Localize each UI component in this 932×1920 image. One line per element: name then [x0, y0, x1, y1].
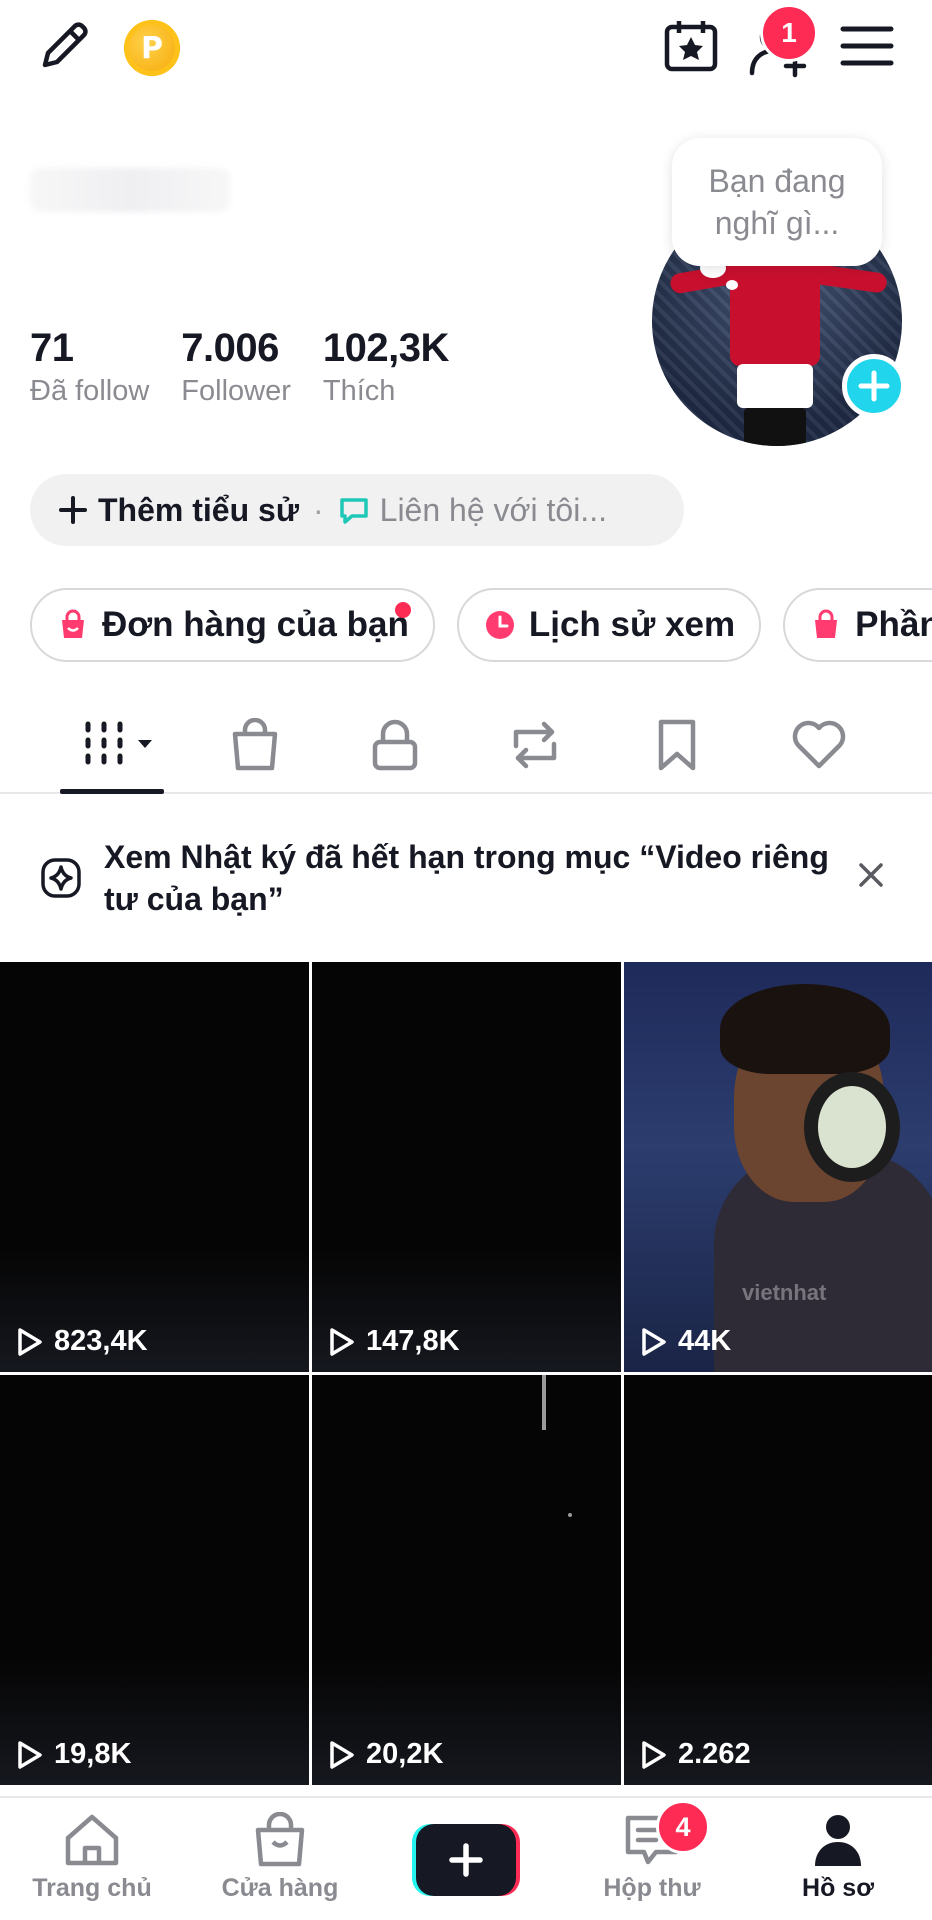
view-count: 20,2K: [328, 1738, 443, 1771]
play-icon: [330, 1740, 354, 1769]
contact-button[interactable]: Liên hệ với tôi...: [338, 492, 607, 529]
create-button[interactable]: [412, 1824, 520, 1896]
bio-pill[interactable]: Thêm tiểu sử · Liên hệ với tôi...: [30, 474, 684, 546]
video-thumbnail[interactable]: 19,8K: [0, 1375, 309, 1785]
tab-reposts[interactable]: [500, 714, 570, 776]
video-thumbnail[interactable]: 2.262: [624, 1375, 932, 1785]
shopping-bag-icon: [815, 609, 838, 638]
shopping-bag-icon: [255, 1812, 305, 1867]
play-icon: [330, 1327, 354, 1356]
calendar-star-icon[interactable]: [660, 14, 722, 78]
view-count: 44K: [640, 1325, 731, 1358]
chip-label: Phần: [855, 605, 932, 644]
notification-badge: 1: [760, 4, 818, 62]
video-grid: 823,4K 147,8K vietnhat 44K 19,8K 20,2K 2…: [0, 962, 932, 1785]
tab-private[interactable]: [360, 714, 430, 776]
nav-profile-label: Hồ sơ: [802, 1874, 874, 1902]
chip-more[interactable]: Phần: [783, 588, 932, 662]
chip-label: Đơn hàng của bạn: [102, 605, 409, 644]
bookmark-icon: [658, 719, 696, 771]
shortcut-chips: Đơn hàng của bạn Lịch sử xem Phần: [30, 588, 932, 662]
watermark-text: vietnhat: [742, 1280, 827, 1305]
home-icon: [65, 1814, 119, 1866]
lock-icon: [372, 719, 418, 771]
separator: ·: [312, 491, 324, 528]
nav-shop[interactable]: Cửa hàng: [200, 1812, 360, 1903]
clock-icon: [485, 611, 514, 639]
grid-icon: [85, 721, 152, 765]
following-label: Đã follow: [30, 375, 150, 407]
pencil-icon[interactable]: [34, 14, 96, 76]
video-thumbnail[interactable]: vietnhat 44K: [624, 962, 932, 1372]
tab-shop[interactable]: [220, 714, 290, 776]
nav-shop-label: Cửa hàng: [221, 1874, 339, 1902]
chip-watch-history[interactable]: Lịch sử xem: [456, 588, 762, 662]
contact-label: Liên hệ với tôi...: [379, 491, 607, 528]
following-count: 71: [30, 326, 74, 370]
thought-bubble[interactable]: Bạn đang nghĩ gì...: [672, 138, 882, 266]
bottom-nav: Trang chủ Cửa hàng Hộp thư 4 Hồ sơ: [0, 1796, 932, 1920]
likes-label: Thích: [322, 375, 396, 407]
nav-home[interactable]: Trang chủ: [12, 1812, 172, 1903]
plus-icon: [59, 496, 87, 524]
video-thumbnail[interactable]: 20,2K: [312, 1375, 621, 1785]
profile-stats: 71 Đã follow 7.006 Follower 102,3K Thích: [30, 326, 449, 408]
expired-diary-notice[interactable]: Xem Nhật ký đã hết hạn trong mục “Video …: [0, 796, 932, 960]
plus-icon: [449, 1843, 483, 1877]
likes-count: 102,3K: [322, 326, 449, 370]
play-icon: [642, 1740, 666, 1769]
shopping-bag-icon: [62, 609, 84, 638]
inbox-badge: 4: [656, 1800, 710, 1854]
shopping-bag-icon: [232, 718, 278, 771]
nav-home-label: Trang chủ: [32, 1874, 152, 1902]
play-icon: [18, 1740, 42, 1769]
heart-icon: [792, 720, 846, 769]
top-bar: P 1: [0, 0, 932, 100]
add-story-button[interactable]: [842, 354, 906, 418]
video-thumbnail[interactable]: 823,4K: [0, 962, 309, 1372]
add-bio-label: Thêm tiểu sử: [98, 491, 299, 528]
profile-tabs: [0, 700, 932, 794]
active-tab-indicator: [60, 789, 164, 794]
chip-orders[interactable]: Đơn hàng của bạn: [30, 588, 435, 662]
chip-label: Lịch sử xem: [528, 605, 736, 644]
repost-icon: [513, 721, 557, 769]
view-count: 19,8K: [16, 1738, 131, 1771]
hamburger-icon[interactable]: [838, 20, 896, 72]
nav-profile[interactable]: Hồ sơ: [758, 1812, 918, 1903]
stat-likes[interactable]: 102,3K Thích: [323, 326, 449, 408]
points-coin-icon[interactable]: P: [124, 20, 180, 76]
view-count: 147,8K: [328, 1325, 460, 1358]
view-count: 823,4K: [16, 1325, 148, 1358]
play-icon: [18, 1327, 42, 1356]
tab-liked[interactable]: [784, 714, 854, 776]
person-icon: [815, 1815, 861, 1866]
add-bio-button[interactable]: Thêm tiểu sử: [58, 492, 299, 529]
play-icon: [642, 1327, 666, 1356]
view-count: 2.262: [640, 1738, 751, 1771]
notice-text: Xem Nhật ký đã hết hạn trong mục “Video …: [104, 839, 829, 917]
video-thumbnail[interactable]: 147,8K: [312, 962, 621, 1372]
tab-videos[interactable]: [80, 714, 160, 776]
nav-inbox-label: Hộp thư: [603, 1874, 701, 1902]
stat-followers[interactable]: 7.006 Follower: [181, 326, 291, 408]
sparkle-icon: [41, 858, 81, 898]
unread-dot: [394, 602, 411, 618]
username-redacted: [30, 168, 230, 212]
tab-favorites[interactable]: [642, 714, 712, 776]
close-icon[interactable]: [856, 860, 886, 895]
followers-label: Follower: [181, 375, 291, 407]
followers-count: 7.006: [181, 326, 279, 370]
stat-following[interactable]: 71 Đã follow: [30, 326, 149, 408]
chat-icon: [339, 498, 368, 524]
